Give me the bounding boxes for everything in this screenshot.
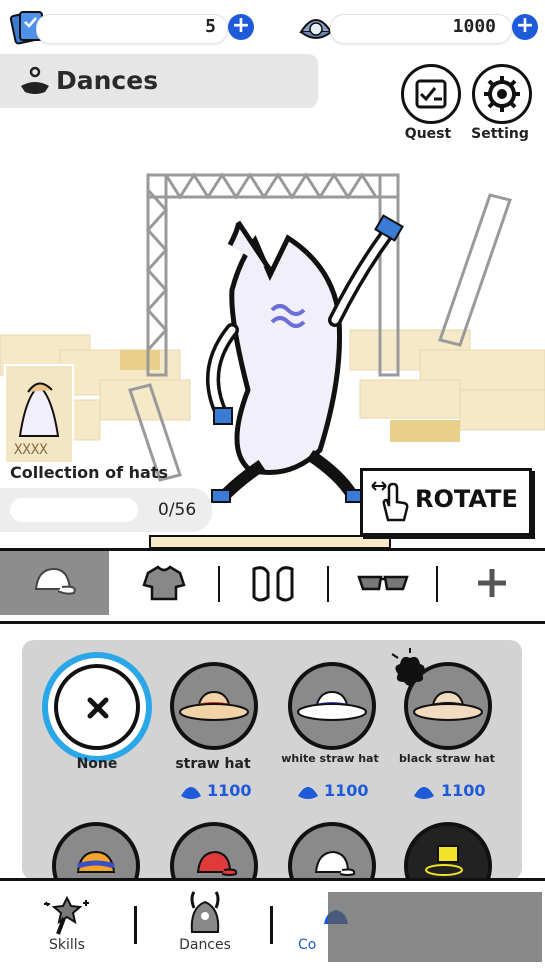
item-name: white straw hat bbox=[281, 752, 379, 765]
setting-button[interactable] bbox=[472, 64, 532, 124]
tab-tops[interactable] bbox=[112, 551, 216, 615]
item-none[interactable] bbox=[42, 652, 152, 762]
collection-progress-text: 0/56 bbox=[158, 500, 197, 520]
sparkle-badge-icon bbox=[388, 648, 432, 692]
hat-collection-thumbnail[interactable]: XXXX bbox=[4, 364, 74, 464]
sweater-icon bbox=[142, 565, 186, 601]
tab-shoes[interactable] bbox=[222, 551, 326, 615]
tab-more[interactable] bbox=[440, 551, 544, 615]
svg-text:XXXX: XXXX bbox=[14, 442, 48, 458]
shell-pearl-icon bbox=[297, 782, 319, 800]
close-icon bbox=[87, 697, 109, 719]
magic-wand-icon bbox=[44, 895, 89, 935]
item-price: 1100 bbox=[207, 781, 252, 800]
collection-progress-bar bbox=[10, 498, 138, 522]
tab-glasses[interactable] bbox=[331, 551, 435, 615]
tab-separator bbox=[436, 566, 438, 602]
sunglasses-icon bbox=[357, 575, 409, 591]
nav-separator bbox=[134, 906, 137, 944]
collection-title: Collection of hats bbox=[10, 463, 169, 482]
item-name: straw hat bbox=[175, 756, 251, 772]
cap-icon bbox=[34, 567, 76, 595]
straw-hat-icon bbox=[179, 690, 249, 721]
tab-separator bbox=[218, 566, 220, 602]
quest-label: Quest bbox=[404, 126, 452, 142]
watermark-overlay bbox=[328, 892, 542, 962]
dance-icon bbox=[190, 891, 220, 933]
shell-pearl-icon bbox=[180, 782, 202, 800]
tab-separator bbox=[327, 566, 329, 602]
page-title: Dances bbox=[56, 66, 159, 95]
nav-label: Skills bbox=[49, 937, 85, 953]
nav-label: Dances bbox=[179, 937, 231, 953]
item-straw-hat[interactable] bbox=[170, 662, 258, 750]
dance-icon bbox=[18, 66, 52, 96]
item-white-straw-hat[interactable] bbox=[288, 662, 376, 750]
quest-button[interactable] bbox=[401, 64, 461, 124]
item-price: 1100 bbox=[441, 781, 486, 800]
plus-icon bbox=[478, 569, 506, 597]
add-pearls-button[interactable]: + bbox=[512, 14, 538, 40]
sneakers-icon bbox=[252, 566, 294, 602]
tab-hats[interactable] bbox=[0, 551, 109, 615]
white-straw-hat-icon bbox=[297, 690, 367, 721]
shell-pearl-icon bbox=[413, 782, 435, 800]
gear-icon bbox=[484, 76, 520, 112]
setting-label: Setting bbox=[471, 126, 529, 142]
rotate-label: ROTATE bbox=[415, 485, 518, 513]
item-name: None bbox=[76, 756, 118, 772]
nav-separator bbox=[270, 906, 273, 944]
rotate-hand-icon bbox=[370, 478, 410, 522]
add-tickets-button[interactable]: + bbox=[228, 14, 254, 40]
ticket-count: 5 bbox=[205, 16, 216, 37]
item-price: 1100 bbox=[324, 781, 369, 800]
checklist-icon bbox=[415, 79, 447, 109]
pearl-count: 1000 bbox=[452, 16, 496, 37]
item-name: black straw hat bbox=[399, 752, 495, 765]
